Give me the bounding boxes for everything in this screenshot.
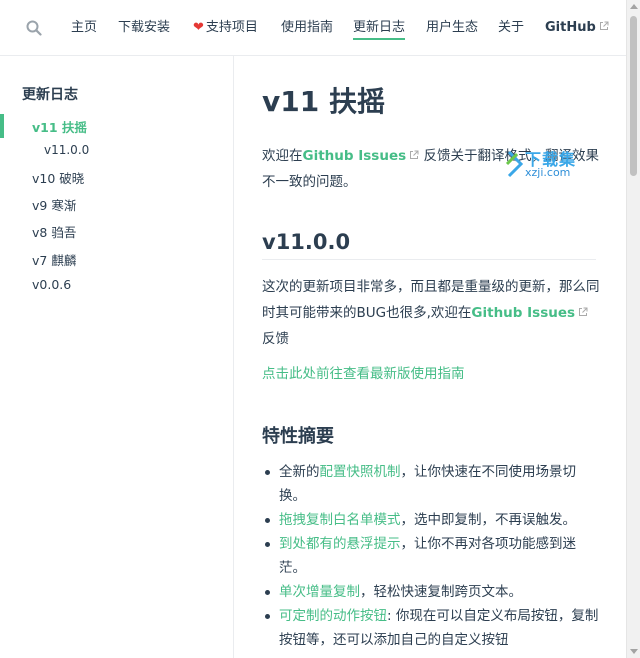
feature-link[interactable]: 单次增量复制 — [279, 584, 360, 600]
nav-about[interactable]: 关于 — [498, 19, 524, 37]
scroll-down-arrow-icon[interactable] — [630, 649, 638, 654]
search-icon[interactable] — [26, 20, 42, 36]
external-link-icon — [410, 150, 419, 159]
external-link-icon — [579, 307, 588, 316]
nav-support[interactable]: ❤ 支持项目 — [193, 19, 258, 37]
nav-changelog[interactable]: 更新日志 — [353, 19, 406, 40]
nav-github[interactable]: GitHub — [545, 19, 609, 37]
list-item: 单次增量复制，轻松快速复制跨页文本。 — [262, 580, 600, 604]
list-item: 到处都有的悬浮提示，让你不再对各项功能感到迷茫。 — [262, 532, 600, 580]
features-list: 全新的配置快照机制，让你快速在不同使用场景切换。 拖拽复制白名单模式，选中即复制… — [262, 460, 600, 652]
list-item: 可定制的动作按钮: 你现在可以自定义布局按钮，复制按钮等，还可以添加自己的自定义… — [262, 604, 600, 652]
nav-home[interactable]: 主页 — [71, 19, 97, 37]
github-issues-link[interactable]: Github Issues — [471, 305, 575, 321]
sidebar-item-v10[interactable]: v10 破晓 — [32, 168, 84, 187]
feature-link[interactable]: 可定制的动作按钮 — [279, 608, 387, 624]
nav-ecosystem[interactable]: 用户生态 — [426, 19, 478, 37]
version-heading: v11.0.0 — [262, 230, 351, 254]
features-heading: 特性摘要 — [262, 426, 334, 447]
sidebar-item-v9[interactable]: v9 寒渐 — [32, 195, 76, 214]
nav-download[interactable]: 下载安装 — [118, 19, 170, 37]
heading-divider — [262, 259, 596, 260]
scroll-up-arrow-icon[interactable] — [630, 4, 638, 9]
watermark-arrow-icon — [505, 150, 524, 178]
intro-prefix: 欢迎在 — [262, 148, 303, 164]
nav-github-label: GitHub — [545, 20, 596, 35]
external-link-icon — [599, 21, 609, 30]
page-title: v11 扶摇 — [262, 85, 385, 118]
sidebar-active-indicator — [0, 114, 4, 138]
feature-link[interactable]: 到处都有的悬浮提示 — [279, 536, 401, 552]
scroll-thumb[interactable] — [630, 16, 637, 176]
feature-text: 全新的 — [279, 464, 320, 480]
version-paragraph: 这次的更新项目非常多，而且都是重量级的更新，那么同时其可能带来的BUG也很多,欢… — [262, 274, 600, 352]
feature-link[interactable]: 拖拽复制白名单模式 — [279, 512, 401, 528]
sidebar-title: 更新日志 — [22, 87, 78, 103]
sidebar-item-v11[interactable]: v11 扶摇 — [32, 117, 87, 136]
watermark-domain: xzji.com — [525, 166, 571, 179]
nav-support-label: 支持项目 — [205, 20, 258, 35]
sidebar-item-v11-0-0[interactable]: v11.0.0 — [44, 143, 89, 157]
guide-link[interactable]: 点击此处前往查看最新版使用指南 — [262, 366, 465, 382]
top-navbar: 主页 下载安装 ❤ 支持项目 使用指南 更新日志 用户生态 关于 GitHub — [0, 0, 626, 56]
sidebar-item-v8[interactable]: v8 驺吾 — [32, 222, 76, 241]
sidebar-item-v7[interactable]: v7 麒麟 — [32, 250, 76, 269]
vertical-scrollbar[interactable] — [626, 0, 640, 658]
heart-icon: ❤ — [193, 20, 204, 35]
sidebar: 更新日志 v11 扶摇 v11.0.0 v10 破晓 v9 寒渐 v8 驺吾 v… — [0, 56, 234, 658]
list-item: 拖拽复制白名单模式，选中即复制，不再误触发。 — [262, 508, 600, 532]
feature-link[interactable]: 配置快照机制 — [320, 464, 401, 480]
feature-text: ，轻松快速复制跨页文本。 — [360, 584, 522, 600]
feature-text: ，选中即复制，不再误触发。 — [400, 512, 577, 528]
list-item: 全新的配置快照机制，让你快速在不同使用场景切换。 — [262, 460, 600, 508]
github-issues-link[interactable]: Github Issues — [303, 148, 407, 164]
guide-paragraph: 点击此处前往查看最新版使用指南 — [262, 361, 600, 387]
watermark-logo: 下载集 xzji.com — [505, 146, 605, 186]
version-para-suffix: 反馈 — [262, 331, 289, 347]
nav-guide[interactable]: 使用指南 — [281, 19, 333, 37]
sidebar-item-v0-0-6[interactable]: v0.0.6 — [32, 277, 71, 292]
